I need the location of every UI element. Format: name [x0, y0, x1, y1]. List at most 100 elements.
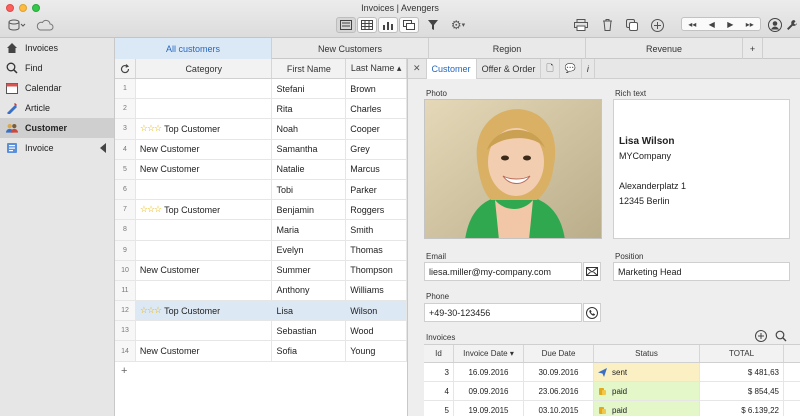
- table-view-button[interactable]: [357, 17, 377, 33]
- sidebar-item-article[interactable]: Article: [0, 98, 114, 118]
- category-cell[interactable]: New Customer: [136, 260, 273, 280]
- table-row[interactable]: 7 ☆☆☆ Top Customer Benjamin Roggers: [115, 200, 407, 221]
- previous-record-icon[interactable]: ◀: [709, 20, 715, 29]
- close-detail-button[interactable]: ✕: [408, 58, 427, 79]
- category-cell[interactable]: [136, 321, 273, 341]
- last-name-cell[interactable]: Wilson: [346, 301, 407, 321]
- table-row[interactable]: 1 Stefani Brown: [115, 79, 407, 100]
- table-row[interactable]: 11 Anthony Williams: [115, 280, 407, 302]
- tab-new-customers[interactable]: New Customers: [272, 38, 429, 59]
- email-field[interactable]: liesa.miller@my-company.com: [424, 262, 582, 281]
- column-header-due-date[interactable]: Due Date: [524, 345, 594, 362]
- call-phone-button[interactable]: [583, 303, 601, 322]
- column-header-invoice-date[interactable]: Invoice Date ▾: [454, 345, 524, 362]
- last-name-cell[interactable]: Marcus: [346, 159, 407, 179]
- add-tab-button[interactable]: +: [743, 38, 763, 59]
- first-name-cell[interactable]: Summer: [272, 260, 347, 280]
- first-name-cell[interactable]: Stefani: [272, 79, 347, 99]
- database-icon[interactable]: [6, 17, 28, 33]
- invoice-row[interactable]: 4 09.09.2016 23.06.2016 paid $ 854,45: [424, 382, 800, 401]
- sidebar-item-calendar[interactable]: Calendar: [0, 78, 114, 98]
- category-cell[interactable]: ☆☆☆ Top Customer: [136, 200, 273, 220]
- last-name-cell[interactable]: Young: [346, 341, 407, 361]
- first-name-cell[interactable]: Anthony: [272, 280, 347, 301]
- comment-tab-icon[interactable]: 💬: [560, 58, 582, 79]
- next-record-icon[interactable]: ▶: [727, 20, 733, 29]
- user-account-icon[interactable]: [767, 17, 783, 33]
- first-name-cell[interactable]: Lisa: [272, 301, 347, 321]
- last-name-cell[interactable]: Smith: [346, 220, 407, 240]
- filter-icon[interactable]: [425, 17, 441, 33]
- table-row[interactable]: 13 Sebastian Wood: [115, 321, 407, 342]
- last-name-cell[interactable]: Charles: [346, 99, 407, 119]
- last-name-cell[interactable]: Cooper: [346, 119, 407, 139]
- info-tab-icon[interactable]: i: [582, 58, 595, 79]
- column-header-total[interactable]: TOTAL: [700, 345, 784, 362]
- tab-offer-order[interactable]: Offer & Order: [477, 58, 542, 79]
- table-row[interactable]: 5 New Customer Natalie Marcus: [115, 159, 407, 180]
- gear-icon[interactable]: ⚙ ▾: [447, 17, 469, 33]
- wrench-icon[interactable]: [786, 17, 798, 33]
- table-row[interactable]: 14 New Customer Sofia Young: [115, 341, 407, 362]
- category-cell[interactable]: New Customer: [136, 139, 273, 159]
- refresh-icon[interactable]: [115, 59, 136, 78]
- sidebar-item-customer[interactable]: Customer: [0, 118, 114, 138]
- last-name-cell[interactable]: Thompson: [346, 260, 407, 280]
- cloud-icon[interactable]: [35, 17, 55, 33]
- table-row[interactable]: 9 Evelyn Thomas: [115, 240, 407, 261]
- last-name-cell[interactable]: Brown: [346, 79, 407, 99]
- form-view-button[interactable]: [336, 17, 356, 33]
- document-tab-icon[interactable]: 🗋: [541, 58, 560, 79]
- last-name-cell[interactable]: Thomas: [346, 240, 407, 260]
- table-row[interactable]: 3 ☆☆☆ Top Customer Noah Cooper: [115, 119, 407, 140]
- table-row[interactable]: 12 ☆☆☆ Top Customer Lisa Wilson: [115, 301, 407, 322]
- category-cell[interactable]: [136, 240, 273, 260]
- layout-view-button[interactable]: [399, 17, 419, 33]
- category-cell[interactable]: [136, 280, 273, 301]
- last-name-cell[interactable]: Parker: [346, 179, 407, 200]
- category-cell[interactable]: [136, 99, 273, 119]
- last-name-cell[interactable]: Williams: [346, 280, 407, 301]
- table-row[interactable]: 10 New Customer Summer Thompson: [115, 260, 407, 281]
- last-record-icon[interactable]: ▸▸: [746, 20, 754, 29]
- trash-icon[interactable]: [599, 17, 615, 33]
- last-name-cell[interactable]: Grey: [346, 139, 407, 159]
- add-row-button[interactable]: +: [115, 362, 407, 380]
- position-field[interactable]: Marketing Head: [613, 262, 790, 281]
- add-record-icon[interactable]: [649, 17, 665, 33]
- tab-revenue[interactable]: Revenue: [586, 38, 743, 59]
- phone-field[interactable]: +49-30-123456: [424, 303, 582, 322]
- first-name-cell[interactable]: Sebastian: [272, 321, 347, 341]
- first-name-cell[interactable]: Evelyn: [272, 240, 347, 260]
- customer-photo[interactable]: [424, 99, 602, 239]
- collapse-arrow-icon[interactable]: [100, 143, 106, 153]
- first-name-cell[interactable]: Natalie: [272, 159, 347, 179]
- category-cell[interactable]: [136, 220, 273, 240]
- add-invoice-icon[interactable]: [752, 327, 770, 345]
- column-header-category[interactable]: Category: [136, 59, 273, 78]
- column-header-id[interactable]: Id: [424, 345, 454, 362]
- tab-region[interactable]: Region: [429, 38, 586, 59]
- sidebar-item-invoices[interactable]: Invoices: [0, 38, 114, 58]
- chart-view-button[interactable]: [378, 17, 398, 33]
- rich-text-field[interactable]: Lisa Wilson MYCompany Alexanderplatz 1 1…: [613, 99, 790, 239]
- table-row[interactable]: 6 Tobi Parker: [115, 179, 407, 201]
- tab-customer[interactable]: Customer: [426, 58, 477, 79]
- invoice-row[interactable]: 5 19.09.2015 03.10.2015 paid $ 6.139,22: [424, 401, 800, 416]
- column-header-last-name[interactable]: Last Name ▴: [346, 59, 408, 78]
- duplicate-icon[interactable]: [624, 17, 640, 33]
- category-cell[interactable]: ☆☆☆ Top Customer: [136, 119, 273, 139]
- record-navigation[interactable]: ◂◂ ◀ ▶ ▸▸: [681, 17, 761, 31]
- table-row[interactable]: 4 New Customer Samantha Grey: [115, 139, 407, 160]
- first-name-cell[interactable]: Tobi: [272, 179, 347, 200]
- category-cell[interactable]: New Customer: [136, 341, 273, 361]
- table-row[interactable]: 8 Maria Smith: [115, 220, 407, 241]
- first-name-cell[interactable]: Rita: [272, 99, 347, 119]
- last-name-cell[interactable]: Wood: [346, 321, 407, 341]
- category-cell[interactable]: [136, 179, 273, 200]
- tab-all-customers[interactable]: All customers: [115, 38, 272, 59]
- sidebar-item-find[interactable]: Find: [0, 58, 114, 78]
- search-invoice-icon[interactable]: [772, 327, 790, 345]
- send-email-button[interactable]: [583, 262, 601, 281]
- category-cell[interactable]: [136, 79, 273, 99]
